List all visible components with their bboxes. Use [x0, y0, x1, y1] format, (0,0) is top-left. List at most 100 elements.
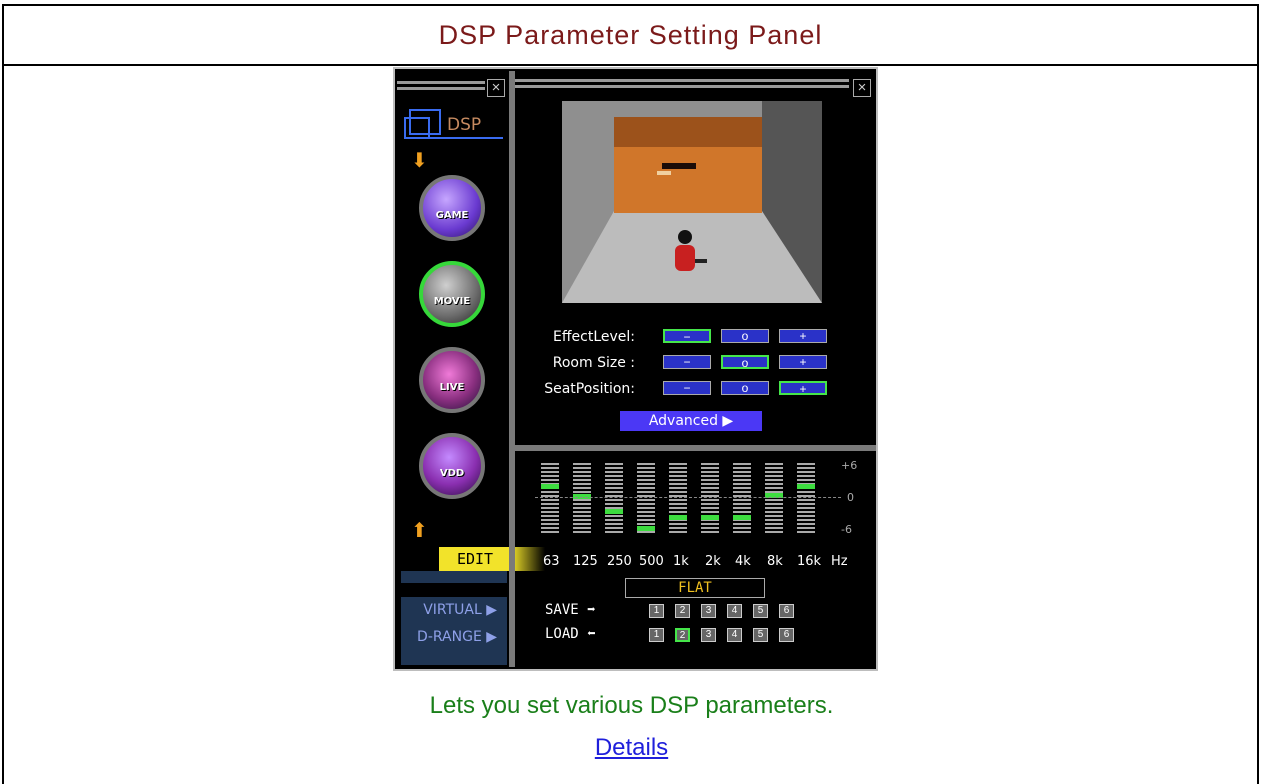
eq-tick — [637, 483, 655, 485]
eq-knob-16k[interactable] — [797, 483, 815, 489]
eq-slider-125[interactable] — [573, 463, 591, 535]
eq-slider-8k[interactable] — [765, 463, 783, 535]
save-slot-5-button[interactable]: 5 — [753, 604, 768, 618]
mode-button-live[interactable]: LIVE — [419, 347, 485, 413]
eq-tick — [733, 511, 751, 513]
load-slot-3-button[interactable]: 3 — [701, 628, 716, 642]
eq-tick — [573, 499, 591, 501]
eq-freq-label: 4k — [735, 554, 751, 569]
eq-tick — [541, 503, 559, 505]
eq-tick — [605, 463, 623, 465]
save-slot-1-button[interactable]: 1 — [649, 604, 664, 618]
eq-slider-4k[interactable] — [733, 463, 751, 535]
mode-label-live: LIVE — [439, 382, 465, 393]
effect-level-zero-button[interactable]: o — [721, 329, 769, 343]
eq-tick — [797, 507, 815, 509]
load-label: LOAD ⬅ — [545, 626, 596, 642]
save-slot-4-button[interactable]: 4 — [727, 604, 742, 618]
eq-tick — [733, 475, 751, 477]
grip-bar[interactable] — [397, 81, 485, 84]
stage-shadow — [614, 117, 762, 147]
eq-tick — [573, 519, 591, 521]
eq-tick — [605, 491, 623, 493]
eq-tick — [701, 487, 719, 489]
eq-tick — [637, 475, 655, 477]
eq-knob-250[interactable] — [605, 509, 623, 514]
eq-tick — [701, 527, 719, 529]
details-link[interactable]: Details — [595, 734, 668, 761]
eq-tick — [701, 499, 719, 501]
virtual-button[interactable]: VIRTUAL ▶ — [401, 597, 507, 623]
seat-position-zero-button[interactable]: o — [721, 381, 769, 395]
eq-tick — [605, 479, 623, 481]
load-slot-1-button[interactable]: 1 — [649, 628, 664, 642]
eq-tick — [541, 511, 559, 513]
panel-description: Lets you set various DSP parameters. — [429, 692, 834, 719]
edit-button[interactable]: EDIT — [439, 547, 511, 571]
eq-slider-16k[interactable] — [797, 463, 815, 535]
eq-tick — [605, 483, 623, 485]
eq-tick — [765, 487, 783, 489]
details-link-row: Details — [0, 734, 1263, 762]
room-size-zero-button[interactable]: o — [721, 355, 769, 370]
dsp-cube-icon — [404, 109, 441, 139]
load-slot-5-button[interactable]: 5 — [753, 628, 768, 642]
drange-button[interactable]: D-RANGE ▶ — [401, 623, 507, 665]
eq-tick — [605, 503, 623, 505]
eq-tick — [797, 511, 815, 513]
eq-knob-63[interactable] — [541, 483, 559, 489]
effect-level-minus-button[interactable]: − — [663, 329, 711, 344]
eq-tick — [733, 507, 751, 509]
seat-position-plus-button[interactable]: + — [779, 381, 827, 396]
eq-zero-line — [535, 497, 841, 499]
load-slot-4-button[interactable]: 4 — [727, 628, 742, 642]
room-size-minus-button[interactable]: − — [663, 355, 711, 369]
eq-scale-top: +6 — [841, 459, 858, 472]
close-icon[interactable]: × — [853, 79, 871, 97]
dsp-label: DSP — [447, 115, 482, 135]
eq-tick — [541, 475, 559, 477]
eq-tick — [669, 503, 687, 505]
eq-tick — [797, 463, 815, 465]
eq-tick — [573, 531, 591, 533]
eq-knob-4k[interactable] — [733, 515, 751, 520]
load-slot-2-button[interactable]: 2 — [675, 628, 690, 642]
room-size-plus-button[interactable]: + — [779, 355, 827, 369]
eq-tick — [733, 487, 751, 489]
eq-slider-500[interactable] — [637, 463, 655, 535]
eq-freq-label: 8k — [767, 554, 783, 569]
scroll-up-arrow-icon[interactable]: ⬆ — [411, 521, 428, 541]
seat-position-minus-button[interactable]: − — [663, 381, 711, 395]
eq-slider-2k[interactable] — [701, 463, 719, 535]
effect-level-plus-button[interactable]: + — [779, 329, 827, 343]
eq-tick — [637, 491, 655, 493]
advanced-button[interactable]: Advanced ▶ — [620, 411, 762, 431]
eq-tick — [637, 479, 655, 481]
eq-tick — [637, 463, 655, 465]
grip-bar[interactable] — [515, 79, 849, 82]
eq-tick — [733, 463, 751, 465]
eq-tick — [797, 531, 815, 533]
mode-button-game[interactable]: GAME — [419, 175, 485, 241]
save-slot-6-button[interactable]: 6 — [779, 604, 794, 618]
grip-bar[interactable] — [515, 85, 849, 88]
close-icon[interactable]: × — [487, 79, 505, 97]
eq-knob-2k[interactable] — [701, 515, 719, 520]
eq-tick — [733, 527, 751, 529]
load-slot-6-button[interactable]: 6 — [779, 628, 794, 642]
grip-bar[interactable] — [397, 87, 485, 90]
mode-button-vdd[interactable]: VDD — [419, 433, 485, 499]
save-slot-3-button[interactable]: 3 — [701, 604, 716, 618]
save-slot-2-button[interactable]: 2 — [675, 604, 690, 618]
eq-slider-63[interactable] — [541, 463, 559, 535]
dsp-panel-window: × DSP ⬇ GAME MOVIE LIVE VDD ⬆ EDIT VIRTU… — [393, 67, 878, 671]
scroll-down-arrow-icon[interactable]: ⬇ — [411, 151, 428, 171]
eq-tick — [541, 515, 559, 517]
eq-knob-1k[interactable] — [669, 515, 687, 520]
listener-seat — [675, 245, 695, 271]
mode-button-movie[interactable]: MOVIE — [419, 261, 485, 327]
eq-tick — [573, 515, 591, 517]
eq-slider-250[interactable] — [605, 463, 623, 535]
eq-knob-500[interactable] — [637, 525, 655, 531]
eq-slider-1k[interactable] — [669, 463, 687, 535]
